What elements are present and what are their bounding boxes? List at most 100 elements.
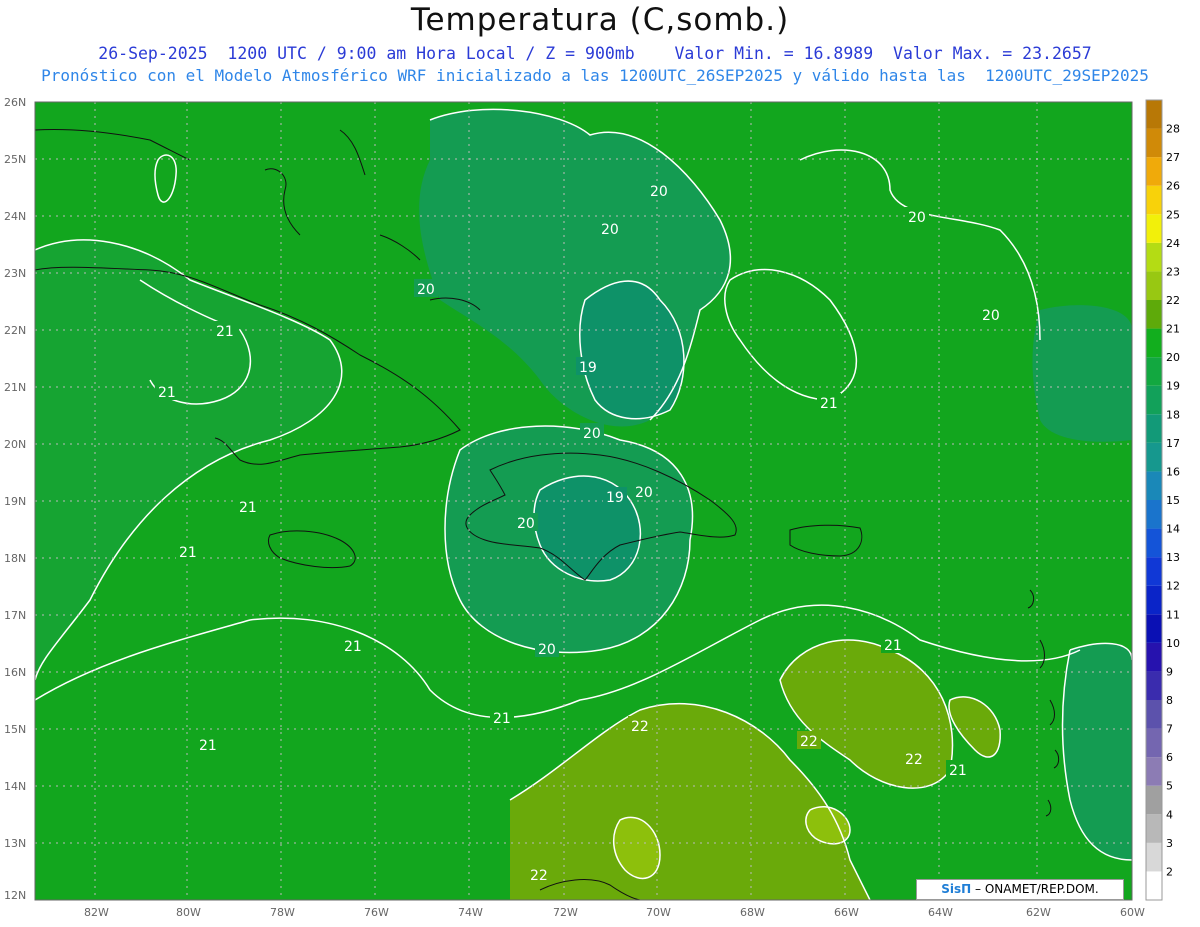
- lat-label: 15N: [4, 723, 26, 736]
- colorbar-swatch: [1146, 842, 1162, 872]
- contour-label: 20: [598, 219, 622, 238]
- svg-text:22: 22: [530, 868, 548, 884]
- contour-label: 22: [527, 865, 551, 884]
- colorbar-swatch: [1146, 557, 1162, 586]
- svg-text:19: 19: [579, 360, 597, 376]
- colorbar-label: 22: [1166, 294, 1180, 307]
- lat-label: 14N: [4, 780, 26, 793]
- colorbar-label: 4: [1166, 808, 1173, 821]
- colorbar-label: 11: [1166, 608, 1180, 621]
- svg-text:21: 21: [179, 545, 197, 561]
- svg-text:21: 21: [344, 639, 362, 655]
- contour-label: 21: [881, 635, 905, 654]
- colorbar-swatch: [1146, 871, 1162, 900]
- colorbar-label: 25: [1166, 208, 1180, 221]
- lon-label: 64W: [928, 906, 953, 919]
- colorbar-label: 13: [1166, 551, 1180, 564]
- colorbar-swatch: [1146, 100, 1162, 129]
- colorbar-label: 19: [1166, 380, 1180, 393]
- colorbar-label: 9: [1166, 665, 1173, 678]
- colorbar-label: 14: [1166, 523, 1180, 536]
- colorbar-swatch: [1146, 785, 1162, 815]
- contour-label: 21: [196, 735, 220, 754]
- svg-text:21: 21: [239, 500, 257, 516]
- credit-box: SisΠ – ONAMET/REP.DOM.: [916, 879, 1124, 900]
- colorbar-label: 17: [1166, 437, 1180, 450]
- contour-label: 21: [817, 393, 841, 412]
- svg-text:20: 20: [982, 308, 1000, 324]
- colorbar-swatch: [1146, 757, 1162, 786]
- colorbar-swatch: [1146, 614, 1162, 643]
- svg-text:20: 20: [517, 516, 535, 532]
- contour-label: 22: [797, 731, 821, 750]
- colorbar-swatch: [1146, 642, 1162, 672]
- svg-text:20: 20: [601, 222, 619, 238]
- svg-text:20: 20: [417, 282, 435, 298]
- field-region-20-east: [1032, 305, 1132, 442]
- colorbar-label: 2: [1166, 865, 1173, 878]
- colorbar-swatch: [1146, 128, 1162, 158]
- svg-text:22: 22: [905, 752, 923, 768]
- colorbar-swatch: [1146, 328, 1162, 358]
- credit-text: – ONAMET/REP.DOM.: [971, 882, 1099, 896]
- svg-text:20: 20: [908, 210, 926, 226]
- svg-text:20: 20: [650, 184, 668, 200]
- lon-label: 66W: [834, 906, 859, 919]
- colorbar-swatch: [1146, 271, 1162, 300]
- lat-label: 12N: [4, 889, 26, 902]
- lon-label: 80W: [176, 906, 201, 919]
- colorbar-label: 8: [1166, 694, 1173, 707]
- colorbar-label: 5: [1166, 780, 1173, 793]
- contour-label: 21: [946, 760, 970, 779]
- contour-label: 21: [213, 321, 239, 340]
- contour-label: 20: [647, 181, 671, 200]
- svg-text:21: 21: [820, 396, 838, 412]
- colorbar-label: 27: [1166, 151, 1180, 164]
- lon-label: 70W: [646, 906, 671, 919]
- lat-label: 22N: [4, 324, 26, 337]
- colorbar-swatch: [1146, 471, 1162, 500]
- lon-label: 68W: [740, 906, 765, 919]
- colorbar-swatch: [1146, 442, 1162, 472]
- svg-text:21: 21: [493, 711, 511, 727]
- lat-label: 26N: [4, 96, 26, 109]
- temperature-map: 20 20 20 20 20 20 20 20 20 19 19 21 21 2…: [4, 96, 1180, 919]
- contour-label: 21: [155, 382, 179, 401]
- lat-label: 24N: [4, 210, 26, 223]
- sispi-logo: SisΠ: [941, 882, 972, 896]
- svg-text:19: 19: [606, 490, 624, 506]
- contour-label: 20: [580, 423, 604, 442]
- svg-text:20: 20: [583, 426, 601, 442]
- lat-label: 18N: [4, 552, 26, 565]
- colorbar-label: 7: [1166, 723, 1173, 736]
- colorbar-swatch: [1146, 700, 1162, 729]
- colorbar: 2345678910111213141516171819202122232425…: [1145, 99, 1180, 901]
- svg-text:21: 21: [158, 385, 176, 401]
- colorbar-swatch: [1146, 300, 1162, 329]
- contour-label: 20: [535, 639, 559, 658]
- lat-label: 13N: [4, 837, 26, 850]
- svg-text:20: 20: [538, 642, 556, 658]
- longitude-labels: 82W 80W 78W 76W 74W 72W 70W 68W 66W 64W …: [84, 906, 1145, 919]
- lat-label: 16N: [4, 666, 26, 679]
- lat-label: 19N: [4, 495, 26, 508]
- colorbar-label: 21: [1166, 323, 1180, 336]
- contour-label: 21: [341, 636, 365, 655]
- lat-label: 25N: [4, 153, 26, 166]
- svg-text:21: 21: [884, 638, 902, 654]
- colorbar-swatch: [1146, 157, 1162, 186]
- colorbar-swatch: [1146, 185, 1162, 215]
- contour-label: 19: [576, 357, 600, 376]
- svg-text:22: 22: [800, 734, 818, 750]
- colorbar-label: 15: [1166, 494, 1180, 507]
- colorbar-label: 28: [1166, 123, 1180, 136]
- contour-label: 22: [902, 749, 926, 768]
- lon-label: 78W: [270, 906, 295, 919]
- colorbar-swatch: [1146, 728, 1162, 758]
- lon-label: 62W: [1026, 906, 1051, 919]
- svg-text:21: 21: [949, 763, 967, 779]
- contour-label: 20: [905, 207, 929, 226]
- svg-text:21: 21: [199, 738, 217, 754]
- lon-label: 76W: [364, 906, 389, 919]
- colorbar-swatch: [1146, 214, 1162, 243]
